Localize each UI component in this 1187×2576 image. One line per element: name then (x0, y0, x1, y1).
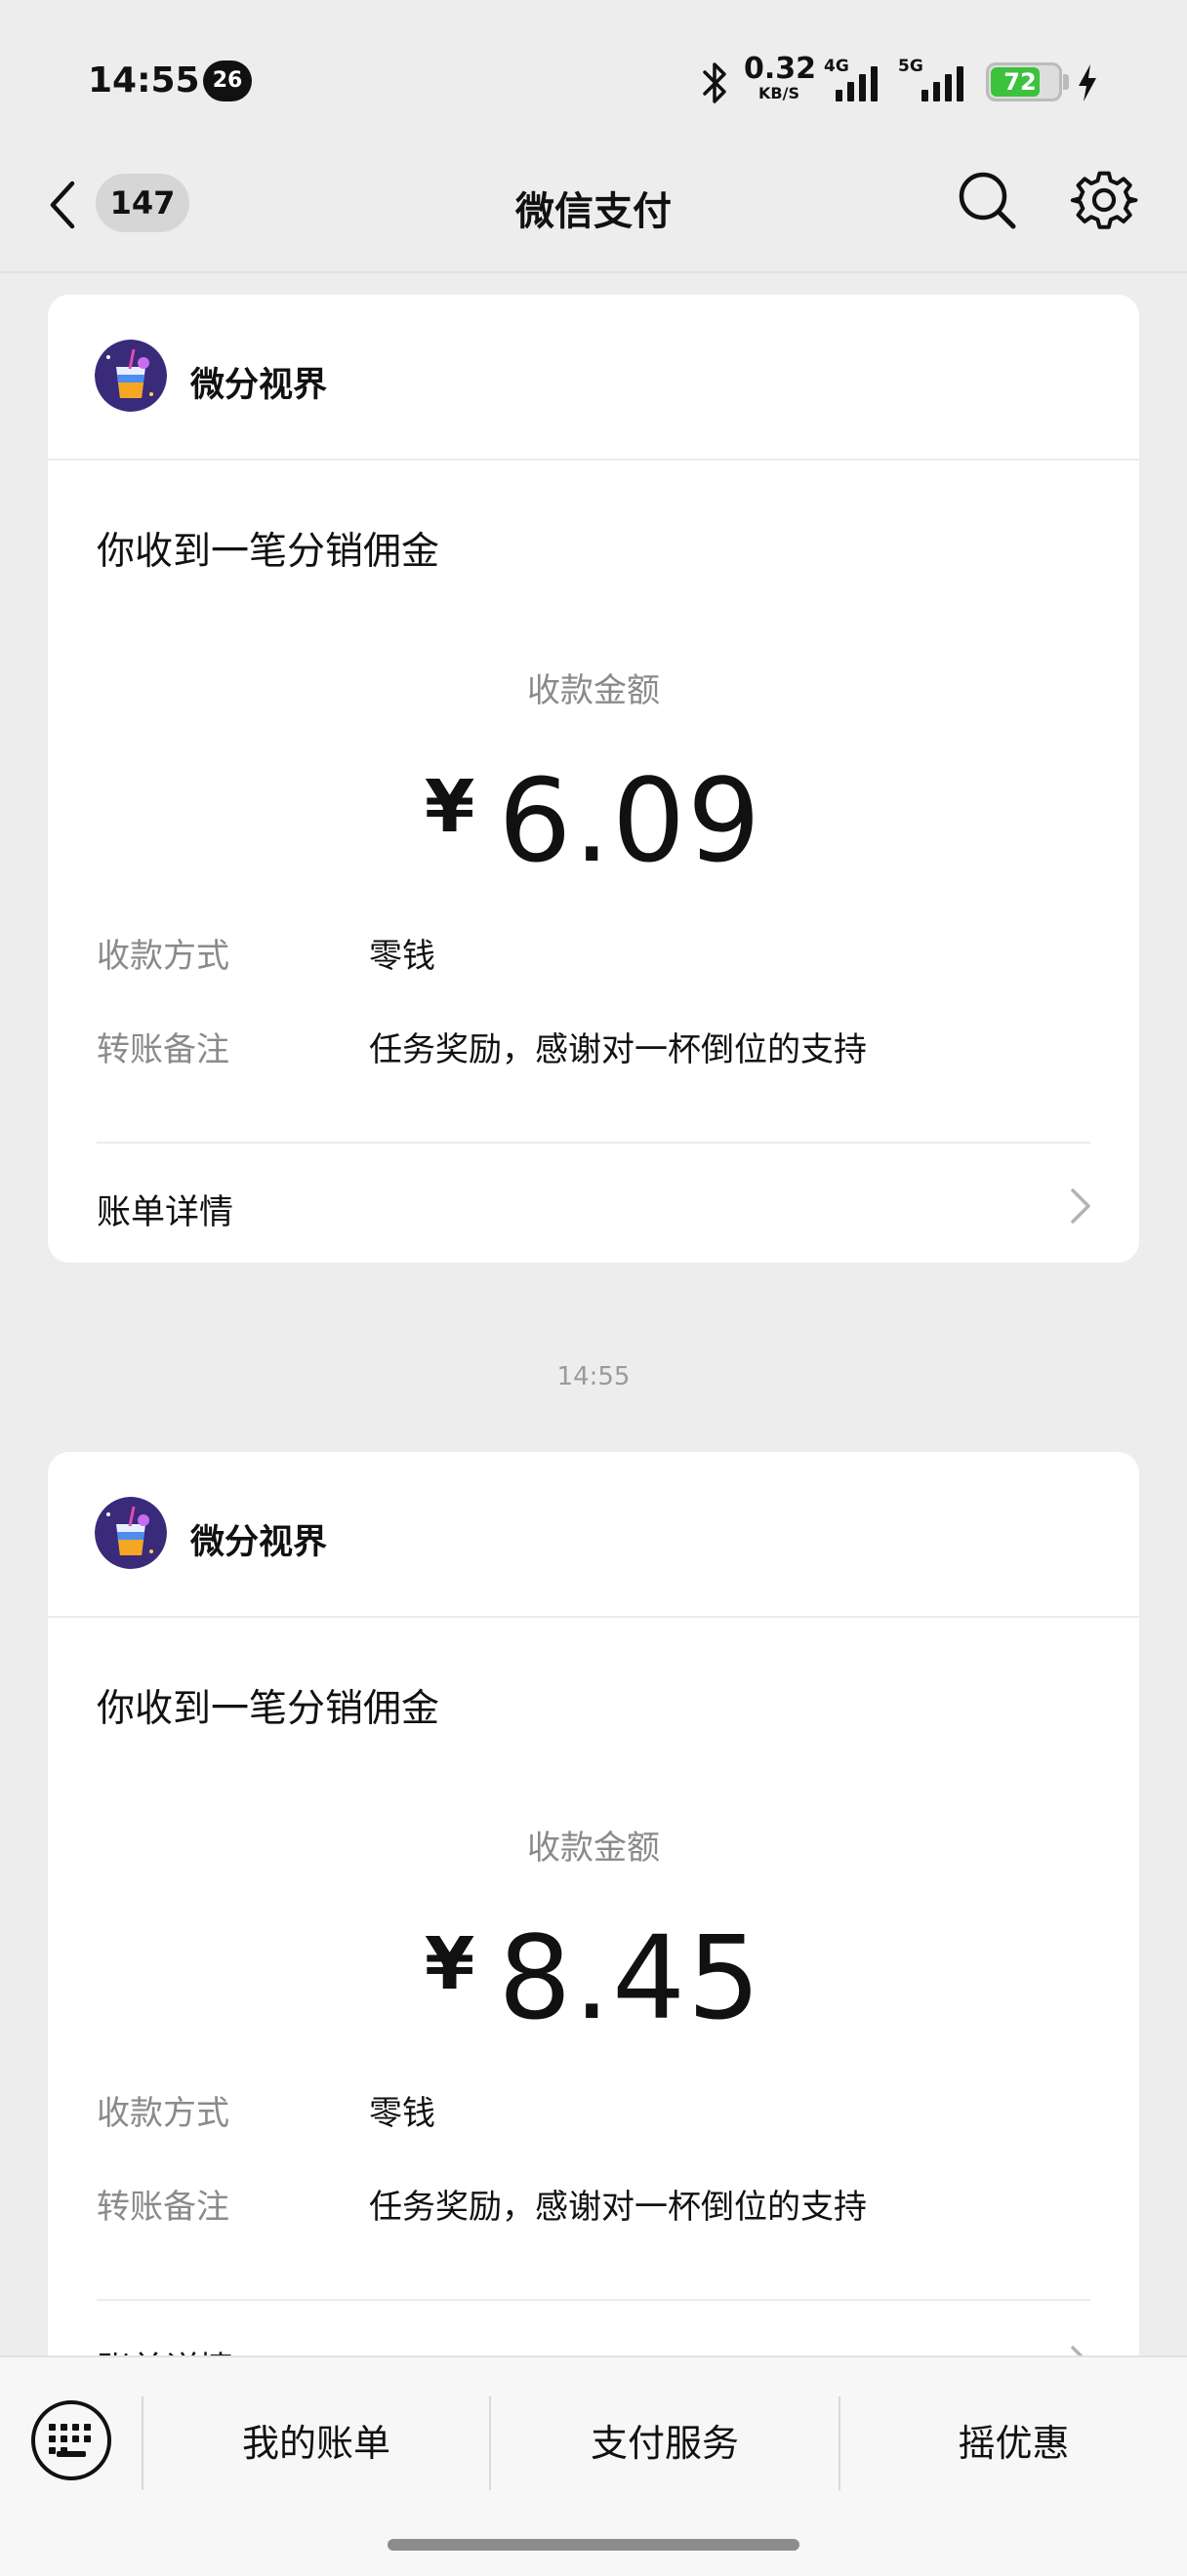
status-bar: 14:55 26 0.32 KB/S 4G 5G 72 (0, 0, 1187, 146)
search-icon[interactable] (955, 168, 1019, 232)
status-time: 14:55 (88, 60, 200, 101)
tab-payment-services[interactable]: 支付服务 (491, 2396, 839, 2490)
charging-bolt-icon (1079, 64, 1096, 101)
message-timestamp: 14:55 (556, 1362, 631, 1391)
tab-my-bills[interactable]: 我的账单 (143, 2396, 489, 2490)
payment-method-value: 零钱 (369, 937, 435, 976)
signal-4g-icon: 4G (824, 57, 882, 105)
merchant-avatar (95, 1497, 167, 1569)
signal-5g-label: 5G (898, 57, 923, 76)
currency-symbol: ¥ (424, 1922, 475, 2006)
transfer-note-label: 转账备注 (97, 2188, 229, 2227)
bill-details-label: 账单详情 (97, 1193, 234, 1232)
transfer-note-value: 任务奖励，感谢对一杯倒位的支持 (369, 2188, 867, 2227)
payment-method-label: 收款方式 (97, 937, 229, 976)
signal-5g-icon: 5G (898, 57, 968, 105)
payment-card: 微分视界 你收到一笔分销佣金 收款金额 ¥8.45 收款方式 零钱 转账备注 任… (48, 1452, 1139, 2437)
amount-value: 6.09 (498, 753, 763, 888)
amount-label: 收款金额 (527, 671, 660, 710)
message-title: 你收到一笔分销佣金 (97, 530, 440, 574)
payment-method-value: 零钱 (369, 2094, 435, 2133)
payment-card: 微分视界 你收到一笔分销佣金 收款金额 ¥6.09 收款方式 零钱 转账备注 任… (48, 295, 1139, 1263)
merchant-avatar (95, 340, 167, 412)
back-arrow-icon[interactable] (43, 176, 82, 234)
transfer-note-value: 任务奖励，感谢对一杯倒位的支持 (369, 1030, 867, 1069)
card-header[interactable]: 微分视界 (48, 295, 1139, 461)
network-speed-unit: KB/S (758, 84, 799, 102)
card-header[interactable]: 微分视界 (48, 1452, 1139, 1618)
gear-icon[interactable] (1070, 166, 1138, 234)
transfer-note-label: 转账备注 (97, 1030, 229, 1069)
amount: ¥6.09 (48, 753, 1139, 888)
merchant-name: 微分视界 (190, 1523, 328, 1562)
keyboard-icon[interactable] (31, 2400, 111, 2480)
payment-method-label: 收款方式 (97, 2094, 229, 2133)
currency-symbol: ¥ (424, 765, 475, 849)
network-speed-value: 0.32 (744, 52, 817, 86)
battery-tip (1063, 74, 1069, 90)
merchant-name: 微分视界 (190, 366, 328, 405)
amount-label: 收款金额 (527, 1829, 660, 1868)
tab-shake-deals[interactable]: 摇优惠 (840, 2396, 1187, 2490)
message-title: 你收到一笔分销佣金 (97, 1687, 440, 1731)
chevron-right-icon (1071, 1188, 1090, 1224)
battery-icon: 72 (986, 62, 1062, 101)
bottom-menu-bar: 我的账单 支付服务 摇优惠 (0, 2355, 1187, 2576)
drink-cup-icon (95, 1497, 167, 1569)
amount-value: 8.45 (498, 1911, 763, 2045)
wechat-pay-screen: 14:55 26 0.32 KB/S 4G 5G 72 147 微信支付 微分视… (0, 0, 1187, 2576)
bill-details-link[interactable]: 账单详情 (48, 1144, 1139, 1261)
notification-badge: 26 (203, 60, 252, 101)
bluetooth-icon (703, 62, 726, 103)
unread-count-badge[interactable]: 147 (96, 174, 189, 232)
battery-level: 72 (1003, 68, 1037, 96)
amount: ¥8.45 (48, 1911, 1139, 2045)
nav-bar: 147 微信支付 (0, 146, 1187, 273)
home-indicator[interactable] (388, 2539, 799, 2551)
network-speed: 0.32 KB/S (744, 52, 817, 102)
drink-cup-icon (95, 340, 167, 412)
